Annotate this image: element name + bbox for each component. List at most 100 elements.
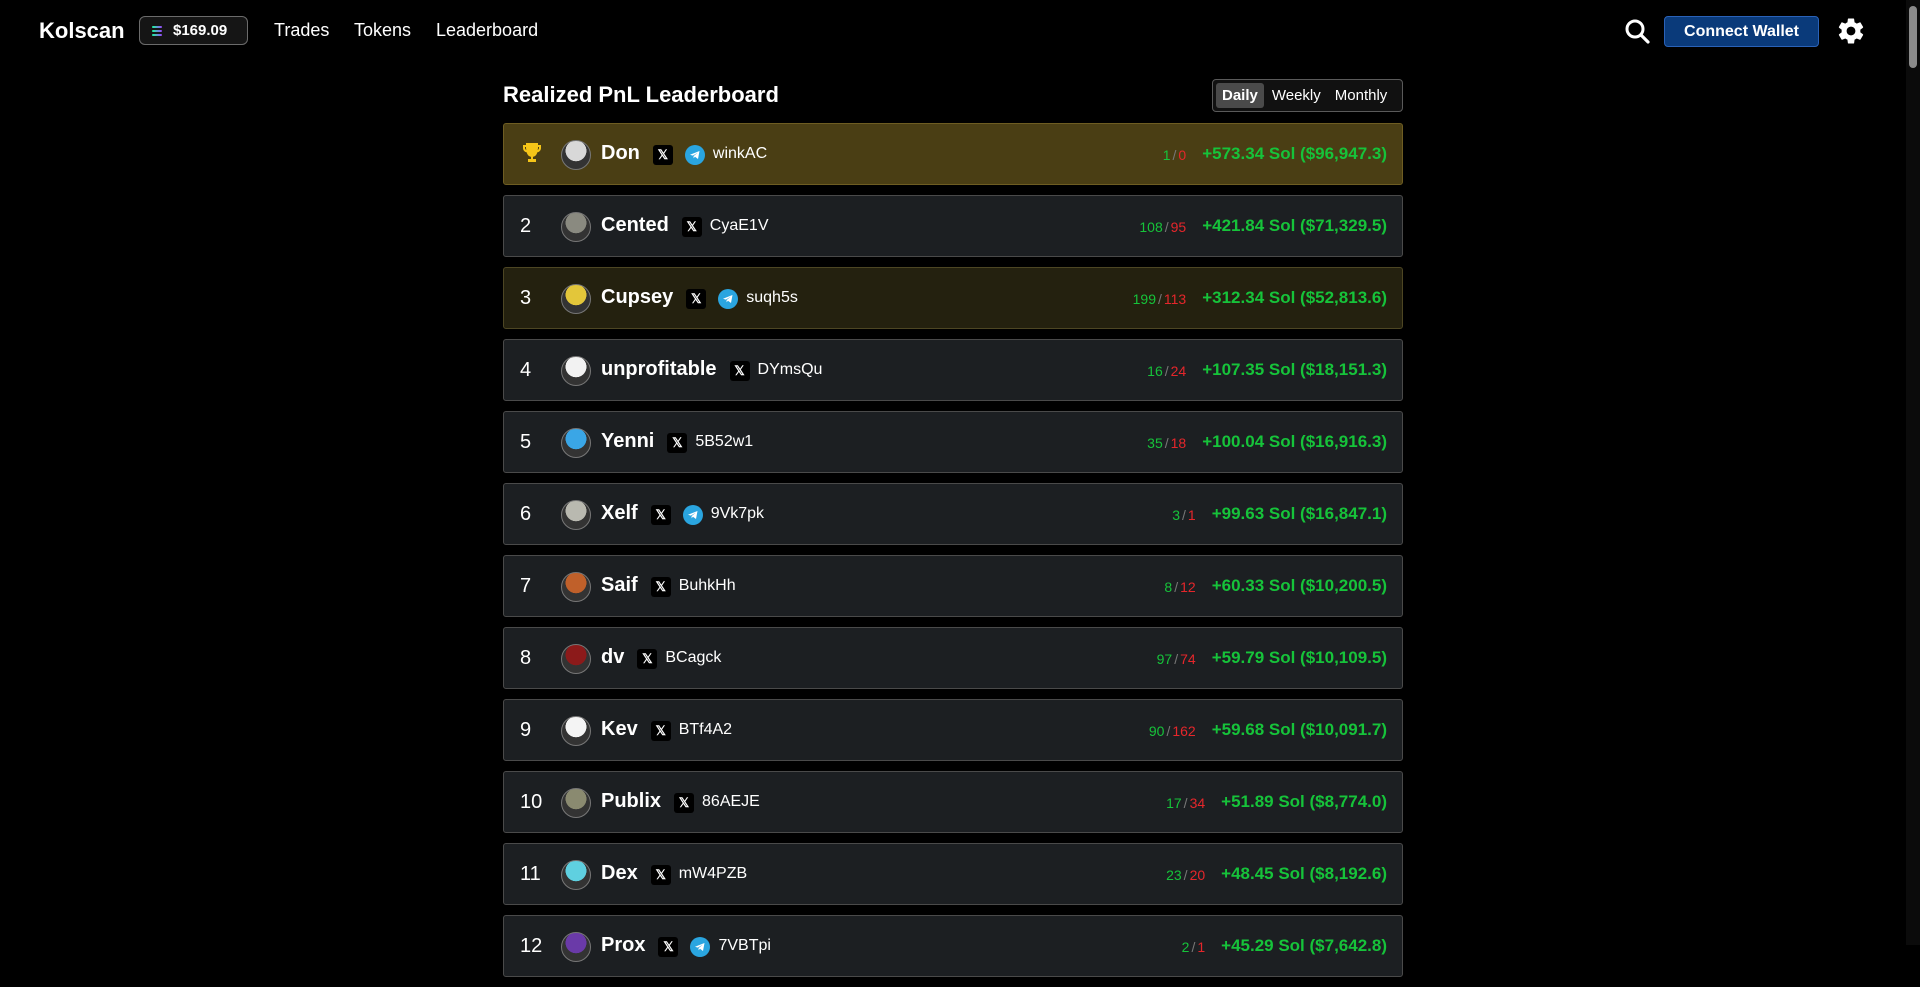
- rank-number: 3: [520, 287, 532, 309]
- losses-count: 20: [1189, 867, 1206, 883]
- page-scrollbar[interactable]: [1906, 0, 1920, 945]
- losses-count: 95: [1170, 219, 1187, 235]
- avatar[interactable]: [561, 716, 591, 746]
- wallet-address[interactable]: BTf4A2: [679, 721, 732, 739]
- leaderboard-row[interactable]: 2 Cented 𝕏 CyaE1V +421.84 Sol ($71,329.5) 108…: [503, 195, 1403, 257]
- nav-trades[interactable]: Trades: [274, 20, 329, 41]
- wallet-address[interactable]: CyaE1V: [710, 217, 769, 235]
- rank-number: 9: [520, 719, 532, 741]
- wallet-address[interactable]: DYmsQu: [758, 361, 823, 379]
- win-loss-count: 16/24: [1147, 363, 1186, 379]
- avatar[interactable]: [561, 284, 591, 314]
- x-icon[interactable]: 𝕏: [686, 289, 707, 309]
- rank-number: 2: [520, 215, 532, 237]
- rank-number: 12: [520, 935, 543, 957]
- avatar[interactable]: [561, 788, 591, 818]
- win-loss-separator: /: [1174, 579, 1179, 595]
- x-icon[interactable]: 𝕏: [650, 721, 671, 741]
- avatar[interactable]: [561, 356, 591, 386]
- trader-name[interactable]: unprofitable: [601, 358, 717, 381]
- avatar[interactable]: [561, 860, 591, 890]
- leaderboard-row[interactable]: 3 Cupsey 𝕏suqh5s +312.34 Sol ($52,813.6) 199…: [503, 267, 1403, 329]
- trader-name[interactable]: Don: [601, 142, 640, 165]
- realized-pnl: +100.04 Sol ($16,916.3): [1202, 432, 1387, 451]
- wallet-address[interactable]: mW4PZB: [679, 865, 747, 883]
- avatar[interactable]: [561, 140, 591, 170]
- x-icon[interactable]: 𝕏: [637, 649, 658, 669]
- wallet-address[interactable]: BCagck: [665, 649, 721, 667]
- trader-name[interactable]: dv: [601, 646, 624, 669]
- nav-tokens[interactable]: Tokens: [354, 20, 411, 41]
- trophy-icon: [523, 143, 541, 162]
- leaderboard-row[interactable]: Don 𝕏winkAC +573.34 Sol ($96,947.3) 1/0: [503, 123, 1403, 185]
- x-icon[interactable]: 𝕏: [650, 865, 671, 885]
- nav-leaderboard[interactable]: Leaderboard: [436, 20, 538, 41]
- x-icon[interactable]: 𝕏: [674, 793, 695, 813]
- trader-name[interactable]: Kev: [601, 718, 638, 741]
- x-icon[interactable]: 𝕏: [658, 937, 679, 957]
- x-icon[interactable]: 𝕏: [650, 577, 671, 597]
- wins-count: 90: [1148, 723, 1165, 739]
- realized-pnl: +312.34 Sol ($52,813.6): [1202, 288, 1387, 307]
- tab-monthly[interactable]: Monthly: [1329, 83, 1394, 108]
- x-icon[interactable]: 𝕏: [652, 145, 673, 165]
- leaderboard-row[interactable]: 5 Yenni 𝕏 5B52w1 +100.04 Sol ($16,916.3) 35/1…: [503, 411, 1403, 473]
- wallet-address[interactable]: suqh5s: [746, 289, 798, 307]
- wallet-address[interactable]: BuhkHh: [679, 577, 736, 595]
- realized-pnl: +59.68 Sol ($10,091.7): [1211, 720, 1387, 739]
- telegram-icon[interactable]: [682, 505, 703, 525]
- brand-logo[interactable]: Kolscan: [39, 18, 125, 44]
- wallet-address[interactable]: 7VBTpi: [718, 937, 770, 955]
- x-icon[interactable]: 𝕏: [729, 361, 750, 381]
- wins-count: 23: [1166, 867, 1182, 883]
- telegram-icon[interactable]: [690, 937, 711, 957]
- wins-count: 108: [1139, 219, 1163, 235]
- leaderboard-row[interactable]: 8 dv 𝕏 BCagck +59.79 Sol ($10,109.5) 97/74: [503, 627, 1403, 689]
- avatar[interactable]: [561, 572, 591, 602]
- wallet-address[interactable]: 5B52w1: [695, 433, 753, 451]
- period-toggle: Daily Weekly Monthly: [1212, 79, 1403, 112]
- wallet-address[interactable]: 86AEJE: [702, 793, 760, 811]
- trader-name[interactable]: Saif: [601, 574, 638, 597]
- avatar[interactable]: [561, 932, 591, 962]
- x-icon[interactable]: 𝕏: [667, 433, 688, 453]
- trader-name[interactable]: Yenni: [601, 430, 654, 453]
- realized-pnl: +60.33 Sol ($10,200.5): [1211, 576, 1387, 595]
- leaderboard-row[interactable]: 11 Dex 𝕏mW4PZB +48.45 Sol ($8,192.6) 23/20: [503, 843, 1403, 905]
- leaderboard-row[interactable]: 4 unprofitable 𝕏 DYmsQu +107.35 Sol ($18,151…: [503, 339, 1403, 401]
- wins-count: 17: [1166, 795, 1182, 811]
- trader-name[interactable]: Xelf: [601, 502, 638, 525]
- wallet-address[interactable]: 9Vk7pk: [711, 505, 764, 523]
- leaderboard-row[interactable]: 7 Saif 𝕏 BuhkHh +60.33 Sol ($10,200.5) 8/12: [503, 555, 1403, 617]
- rank-number: 10: [520, 791, 543, 813]
- win-loss-count: 90/162: [1149, 723, 1196, 739]
- search-icon[interactable]: [1624, 18, 1650, 44]
- leaderboard-row[interactable]: 10 Publix 𝕏 86AEJE +51.89 Sol ($8,774.0) 17/3…: [503, 771, 1403, 833]
- trader-name[interactable]: Dex: [601, 862, 638, 885]
- scrollbar-thumb[interactable]: [1909, 6, 1917, 68]
- leaderboard-row[interactable]: 6 Xelf 𝕏 9Vk7pk +99.63 Sol ($16,847.1) 3/1: [503, 483, 1403, 545]
- avatar[interactable]: [561, 212, 591, 242]
- leaderboard-row[interactable]: 12 Prox 𝕏 7VBTpi +45.29 Sol ($7,642.8) 2/1: [503, 915, 1403, 977]
- x-icon[interactable]: 𝕏: [650, 505, 671, 525]
- win-loss-separator: /: [1174, 651, 1179, 667]
- x-icon[interactable]: 𝕏: [681, 217, 702, 237]
- telegram-icon[interactable]: [684, 145, 705, 165]
- connect-wallet-button[interactable]: Connect Wallet: [1664, 16, 1819, 47]
- sol-price-badge: $169.09: [139, 16, 248, 45]
- gear-icon[interactable]: [1836, 16, 1866, 46]
- top-navbar: Kolscan $169.09 Trades Tokens Leaderboar…: [0, 0, 1920, 62]
- telegram-icon[interactable]: [718, 289, 739, 309]
- tab-weekly[interactable]: Weekly: [1266, 83, 1327, 108]
- avatar[interactable]: [561, 428, 591, 458]
- trader-name[interactable]: Publix: [601, 790, 661, 813]
- tab-daily[interactable]: Daily: [1216, 83, 1264, 108]
- avatar[interactable]: [561, 500, 591, 530]
- trader-name[interactable]: Cupsey: [601, 286, 673, 309]
- rank-number: 6: [520, 503, 532, 525]
- leaderboard-row[interactable]: 9 Kev 𝕏 BTf4A2 +59.68 Sol ($10,091.7) 90/162: [503, 699, 1403, 761]
- trader-name[interactable]: Cented: [601, 214, 669, 237]
- avatar[interactable]: [561, 644, 591, 674]
- wallet-address[interactable]: winkAC: [713, 145, 767, 163]
- trader-name[interactable]: Prox: [601, 934, 645, 957]
